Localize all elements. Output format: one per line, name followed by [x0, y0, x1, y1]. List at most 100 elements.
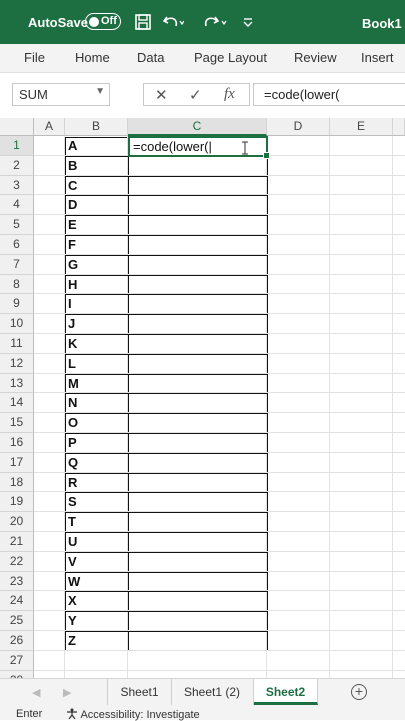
row-header-15[interactable]: 15 [0, 413, 34, 433]
cell-b3[interactable]: C [65, 176, 128, 196]
row-header-23[interactable]: 23 [0, 571, 34, 592]
tab-home[interactable]: Home [75, 50, 110, 65]
toggle-knob [89, 16, 99, 27]
row-header-27[interactable]: 27 [0, 650, 34, 671]
table-row-line [65, 334, 267, 335]
table-row-line [65, 314, 267, 316]
row-header-11[interactable]: 11 [0, 334, 34, 354]
cell-b11[interactable]: K [65, 334, 128, 354]
row-header-18[interactable]: 18 [0, 472, 34, 493]
row-header-20[interactable]: 20 [0, 512, 34, 532]
worksheet-grid[interactable]: A B C D E 1 2 3 4 5 6 7 8 9 10 11 12 13 14 15 16 17 18 19 2… [0, 118, 405, 678]
column-header-c[interactable]: C [128, 118, 267, 136]
formula-buttons: ✕ ✓ fx [143, 83, 250, 106]
row-header-26[interactable]: 26 [0, 631, 34, 651]
row-header-21[interactable]: 21 [0, 532, 34, 552]
scroll-tabs-left-icon[interactable]: ◀ [32, 686, 40, 699]
row-header-3[interactable]: 3 [0, 175, 34, 196]
cell-b20[interactable]: T [65, 512, 128, 532]
table-row-line [65, 532, 267, 533]
table-row-line [65, 611, 267, 613]
row-header-13[interactable]: 13 [0, 373, 34, 394]
cell-b13[interactable]: M [65, 374, 128, 394]
cell-b21[interactable]: U [65, 532, 128, 552]
column-header-d[interactable]: D [267, 118, 330, 136]
tab-file[interactable]: File [24, 50, 45, 65]
cell-b12[interactable]: L [65, 354, 128, 374]
cell-b25[interactable]: Y [65, 611, 128, 631]
row-header-16[interactable]: 16 [0, 433, 34, 453]
add-sheet-icon[interactable]: + [351, 684, 367, 700]
scroll-tabs-right-icon[interactable]: ▶ [63, 686, 71, 699]
row-header-1[interactable]: 1 [0, 136, 34, 156]
cell-b17[interactable]: Q [65, 453, 128, 473]
row-header-17[interactable]: 17 [0, 452, 34, 473]
accessibility-icon [67, 708, 77, 720]
column-header-a[interactable]: A [34, 118, 65, 136]
row-header-28[interactable]: 28 [0, 670, 34, 678]
undo-icon[interactable] [162, 13, 185, 35]
cell-b15[interactable]: O [65, 413, 128, 433]
cell-b4[interactable]: D [65, 195, 128, 215]
tab-page-layout[interactable]: Page Layout [194, 50, 267, 65]
cell-b7[interactable]: G [65, 255, 128, 275]
name-box[interactable]: SUM ▼ [12, 83, 110, 106]
autosave-toggle[interactable]: Off [85, 13, 121, 30]
toggle-state: Off [101, 15, 117, 27]
row-header-14[interactable]: 14 [0, 393, 34, 414]
table-row-line [65, 294, 267, 296]
tab-data[interactable]: Data [137, 50, 164, 65]
row-header-7[interactable]: 7 [0, 254, 34, 275]
sheet-tab-sheet2[interactable]: Sheet2 [254, 679, 318, 705]
row-header-4[interactable]: 4 [0, 195, 34, 216]
row-header-12[interactable]: 12 [0, 353, 34, 374]
cell-b16[interactable]: P [65, 433, 128, 453]
tab-review[interactable]: Review [294, 50, 337, 65]
select-all-corner[interactable] [0, 118, 34, 136]
cell-b24[interactable]: X [65, 591, 128, 611]
cell-b6[interactable]: F [65, 235, 128, 255]
accessibility-status[interactable]: Accessibility: Investigate [66, 708, 200, 721]
chevron-down-icon[interactable]: ▼ [95, 86, 105, 97]
save-icon[interactable] [134, 13, 152, 35]
cell-b26[interactable]: Z [65, 631, 128, 651]
row-header-24[interactable]: 24 [0, 591, 34, 612]
cell-b8[interactable]: H [65, 275, 128, 295]
sheet-tab-sheet1-2[interactable]: Sheet1 (2) [171, 679, 254, 705]
formula-input[interactable]: =code(lower( [253, 83, 405, 106]
table-row-line [65, 215, 267, 217]
row-header-19[interactable]: 19 [0, 492, 34, 513]
cell-b23[interactable]: W [65, 572, 128, 592]
cell-b9[interactable]: I [65, 294, 128, 314]
enter-check-icon[interactable]: ✓ [189, 86, 202, 104]
column-header-f[interactable] [393, 118, 405, 136]
row-header-2[interactable]: 2 [0, 155, 34, 176]
cell-b14[interactable]: N [65, 393, 128, 413]
cell-b10[interactable]: J [65, 314, 128, 334]
column-header-e[interactable]: E [330, 118, 393, 136]
row-header-10[interactable]: 10 [0, 314, 34, 334]
fill-handle[interactable] [263, 152, 270, 159]
tab-insert[interactable]: Insert [361, 50, 394, 65]
text-caret: | [208, 139, 212, 154]
row-header-5[interactable]: 5 [0, 215, 34, 235]
row-header-6[interactable]: 6 [0, 235, 34, 255]
cell-b22[interactable]: V [65, 552, 128, 572]
cell-b5[interactable]: E [65, 215, 128, 235]
row-header-8[interactable]: 8 [0, 274, 34, 295]
row-header-25[interactable]: 25 [0, 611, 34, 631]
redo-icon[interactable] [202, 13, 228, 35]
row-header-22[interactable]: 22 [0, 551, 34, 572]
cancel-icon[interactable]: ✕ [155, 86, 168, 104]
cell-b2[interactable]: B [65, 156, 128, 176]
sheet-tab-sheet1[interactable]: Sheet1 [107, 679, 172, 705]
i-beam-cursor-icon [241, 141, 249, 155]
customize-qat-icon[interactable] [242, 13, 254, 35]
cell-b19[interactable]: S [65, 492, 128, 512]
cell-b1[interactable]: A [65, 136, 128, 156]
accessibility-text: Accessibility: Investigate [80, 709, 200, 721]
column-header-b[interactable]: B [65, 118, 128, 136]
insert-function-icon[interactable]: fx [224, 86, 235, 103]
cell-b18[interactable]: R [65, 473, 128, 493]
row-header-9[interactable]: 9 [0, 294, 34, 315]
